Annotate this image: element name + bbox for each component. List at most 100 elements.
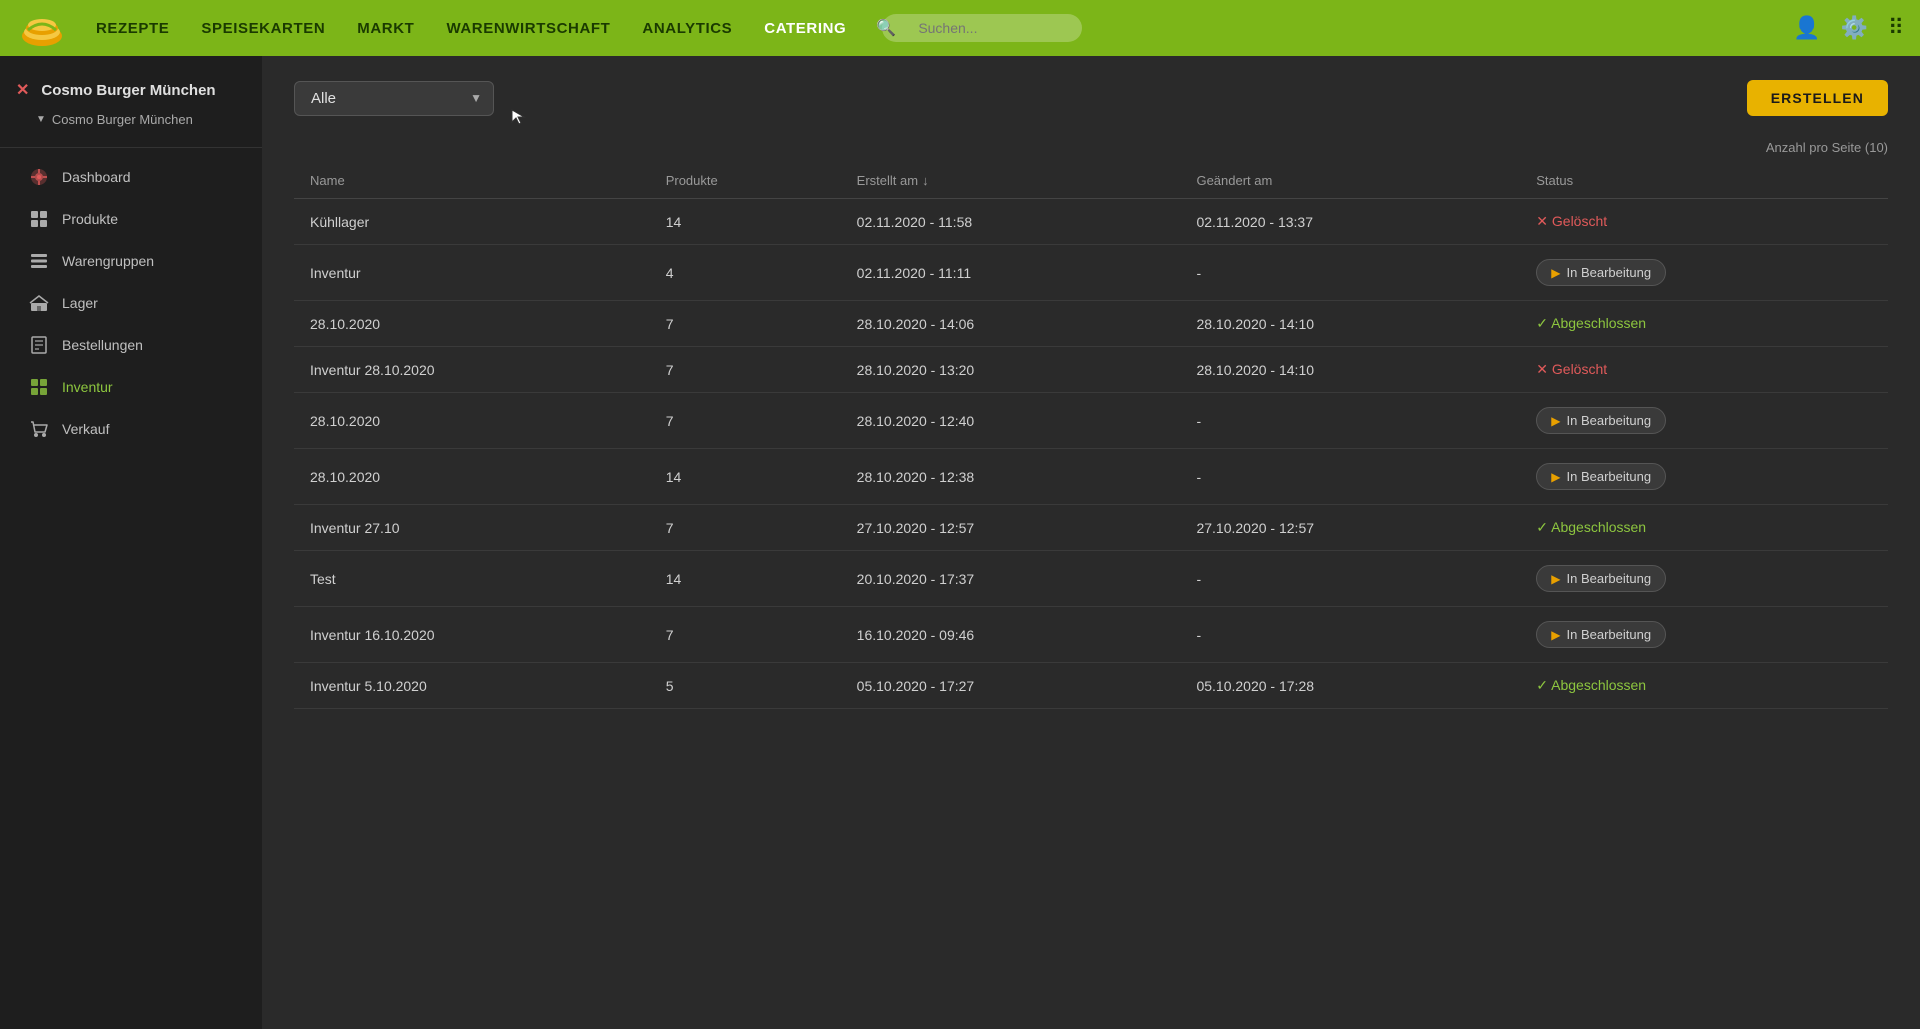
cell-name: Inventur (294, 245, 650, 301)
cell-geaendert: 02.11.2020 - 13:37 (1180, 199, 1520, 245)
table-row[interactable]: 28.10.2020 14 28.10.2020 - 12:38 - ▶ In … (294, 449, 1888, 505)
col-status: Status (1520, 163, 1888, 199)
table-row[interactable]: Inventur 5.10.2020 5 05.10.2020 - 17:27 … (294, 663, 1888, 709)
nav-markt[interactable]: MARKT (345, 16, 426, 41)
table-row[interactable]: Inventur 27.10 7 27.10.2020 - 12:57 27.1… (294, 505, 1888, 551)
table-row[interactable]: 28.10.2020 7 28.10.2020 - 14:06 28.10.20… (294, 301, 1888, 347)
status-icon: ✓ (1536, 677, 1548, 693)
cell-geaendert: 05.10.2020 - 17:28 (1180, 663, 1520, 709)
cell-geaendert: 28.10.2020 - 14:10 (1180, 301, 1520, 347)
close-icon[interactable]: ✕ (16, 80, 29, 100)
cell-geaendert: - (1180, 449, 1520, 505)
col-erstellt[interactable]: Erstellt am ↓ (841, 163, 1181, 199)
cell-produkte: 14 (650, 551, 841, 607)
status-badge: ✓ Abgeschlossen (1536, 677, 1646, 693)
cell-geaendert: - (1180, 607, 1520, 663)
table-row[interactable]: Test 14 20.10.2020 - 17:37 - ▶ In Bearbe… (294, 551, 1888, 607)
cell-status: ✓ Abgeschlossen (1520, 301, 1888, 347)
verkauf-icon (28, 418, 50, 440)
status-badge: ▶ In Bearbeitung (1536, 621, 1666, 648)
warengruppen-icon (28, 250, 50, 272)
status-badge: ▶ In Bearbeitung (1536, 407, 1666, 434)
cell-geaendert: - (1180, 245, 1520, 301)
cell-produkte: 14 (650, 199, 841, 245)
table-row[interactable]: Kühllager 14 02.11.2020 - 11:58 02.11.20… (294, 199, 1888, 245)
main-content: Alle ▼ ERSTELLEN Anzahl pro Seite (10) N… (262, 56, 1920, 1029)
nav-analytics[interactable]: ANALYTICS (630, 16, 744, 41)
sidebar-label-dashboard: Dashboard (62, 169, 131, 185)
status-badge: ✕ Gelöscht (1536, 213, 1607, 229)
status-badge: ✓ Abgeschlossen (1536, 315, 1646, 331)
cell-erstellt: 28.10.2020 - 12:40 (841, 393, 1181, 449)
cell-status: ✕ Gelöscht (1520, 199, 1888, 245)
table-row[interactable]: Inventur 16.10.2020 7 16.10.2020 - 09:46… (294, 607, 1888, 663)
sidebar-sub-label: Cosmo Burger München (52, 112, 193, 127)
cell-produkte: 14 (650, 449, 841, 505)
sidebar-item-lager[interactable]: Lager (8, 282, 254, 324)
status-icon: ✕ (1536, 213, 1548, 229)
cell-geaendert: 28.10.2020 - 14:10 (1180, 347, 1520, 393)
cell-status: ✕ Gelöscht (1520, 347, 1888, 393)
search-input[interactable] (882, 14, 1082, 42)
user-icon[interactable]: 👤 (1793, 15, 1820, 41)
sidebar-label-produkte: Produkte (62, 211, 118, 227)
cell-produkte: 7 (650, 347, 841, 393)
col-name: Name (294, 163, 650, 199)
settings-icon[interactable]: ⚙️ (1840, 15, 1867, 41)
cell-erstellt: 28.10.2020 - 14:06 (841, 301, 1181, 347)
sidebar-label-bestellungen: Bestellungen (62, 337, 143, 353)
cell-erstellt: 02.11.2020 - 11:58 (841, 199, 1181, 245)
status-icon: ▶ (1551, 470, 1560, 484)
produkte-icon (28, 208, 50, 230)
logo[interactable] (16, 6, 68, 50)
erstellen-button[interactable]: ERSTELLEN (1747, 80, 1888, 116)
cell-status: ▶ In Bearbeitung (1520, 393, 1888, 449)
sidebar-item-bestellungen[interactable]: Bestellungen (8, 324, 254, 366)
nav-warenwirtschaft[interactable]: WARENWIRTSCHAFT (434, 16, 622, 41)
sidebar-item-inventur[interactable]: Inventur (8, 366, 254, 408)
search-icon: 🔍 (876, 18, 896, 38)
filter-select[interactable]: Alle (294, 81, 494, 116)
table-row[interactable]: Inventur 4 02.11.2020 - 11:11 - ▶ In Bea… (294, 245, 1888, 301)
status-badge: ▶ In Bearbeitung (1536, 259, 1666, 286)
status-icon: ▶ (1551, 572, 1560, 586)
cell-name: Inventur 28.10.2020 (294, 347, 650, 393)
cell-status: ▶ In Bearbeitung (1520, 551, 1888, 607)
cell-produkte: 7 (650, 393, 841, 449)
status-badge: ✕ Gelöscht (1536, 361, 1607, 377)
status-icon: ▶ (1551, 266, 1560, 280)
nav-speisekarten[interactable]: SPEISEKARTEN (189, 16, 337, 41)
sort-icon: ↓ (922, 173, 929, 188)
cell-geaendert: - (1180, 551, 1520, 607)
sidebar-label-verkauf: Verkauf (62, 421, 109, 437)
cell-erstellt: 20.10.2020 - 17:37 (841, 551, 1181, 607)
grid-icon[interactable]: ⠿ (1888, 15, 1904, 41)
nav-rezepte[interactable]: REZEPTE (84, 16, 181, 41)
cell-status: ✓ Abgeschlossen (1520, 663, 1888, 709)
cell-status: ▶ In Bearbeitung (1520, 449, 1888, 505)
nav-catering[interactable]: CATERING (752, 16, 858, 41)
table-row[interactable]: Inventur 28.10.2020 7 28.10.2020 - 13:20… (294, 347, 1888, 393)
sidebar-sub-company[interactable]: ▼ Cosmo Burger München (0, 112, 262, 143)
status-icon: ✓ (1536, 315, 1548, 331)
cell-name: Inventur 16.10.2020 (294, 607, 650, 663)
status-badge: ▶ In Bearbeitung (1536, 463, 1666, 490)
cell-produkte: 7 (650, 301, 841, 347)
sidebar-company-name: Cosmo Burger München (41, 82, 215, 99)
sidebar-item-verkauf[interactable]: Verkauf (8, 408, 254, 450)
table-row[interactable]: 28.10.2020 7 28.10.2020 - 12:40 - ▶ In B… (294, 393, 1888, 449)
cell-erstellt: 16.10.2020 - 09:46 (841, 607, 1181, 663)
app-layout: ✕ Cosmo Burger München ▼ Cosmo Burger Mü… (0, 56, 1920, 1029)
sidebar-header: ✕ Cosmo Burger München (0, 72, 262, 112)
table-header-row: Name Produkte Erstellt am ↓ Geändert am … (294, 163, 1888, 199)
cell-produkte: 7 (650, 505, 841, 551)
sidebar-label-lager: Lager (62, 295, 98, 311)
sidebar-item-produkte[interactable]: Produkte (8, 198, 254, 240)
status-icon: ▶ (1551, 414, 1560, 428)
sidebar-item-dashboard[interactable]: Dashboard (8, 156, 254, 198)
status-icon: ▶ (1551, 628, 1560, 642)
cell-erstellt: 28.10.2020 - 12:38 (841, 449, 1181, 505)
nav-right-icons: 👤 ⚙️ ⠿ (1793, 15, 1904, 41)
top-navigation: REZEPTE SPEISEKARTEN MARKT WARENWIRTSCHA… (0, 0, 1920, 56)
sidebar-item-warengruppen[interactable]: Warengruppen (8, 240, 254, 282)
